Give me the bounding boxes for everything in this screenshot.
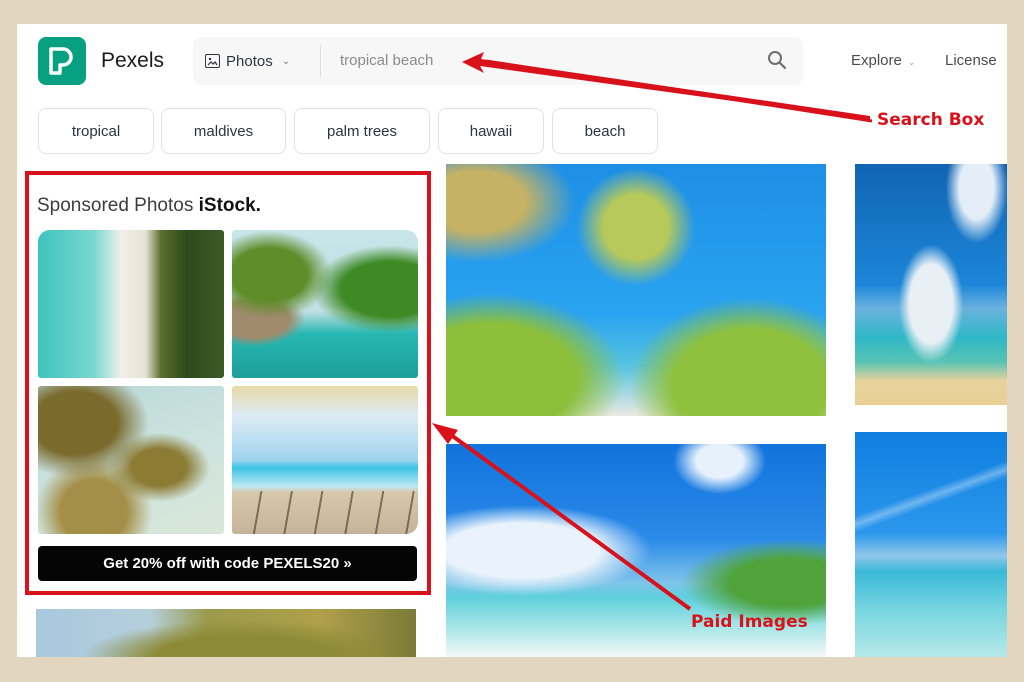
paid-images-arrow bbox=[432, 423, 692, 611]
paid-images-annotation: Paid Images bbox=[691, 612, 808, 632]
search-box-annotation: Search Box bbox=[877, 110, 985, 130]
search-box-arrow bbox=[462, 52, 873, 123]
annotation-layer bbox=[432, 52, 873, 611]
